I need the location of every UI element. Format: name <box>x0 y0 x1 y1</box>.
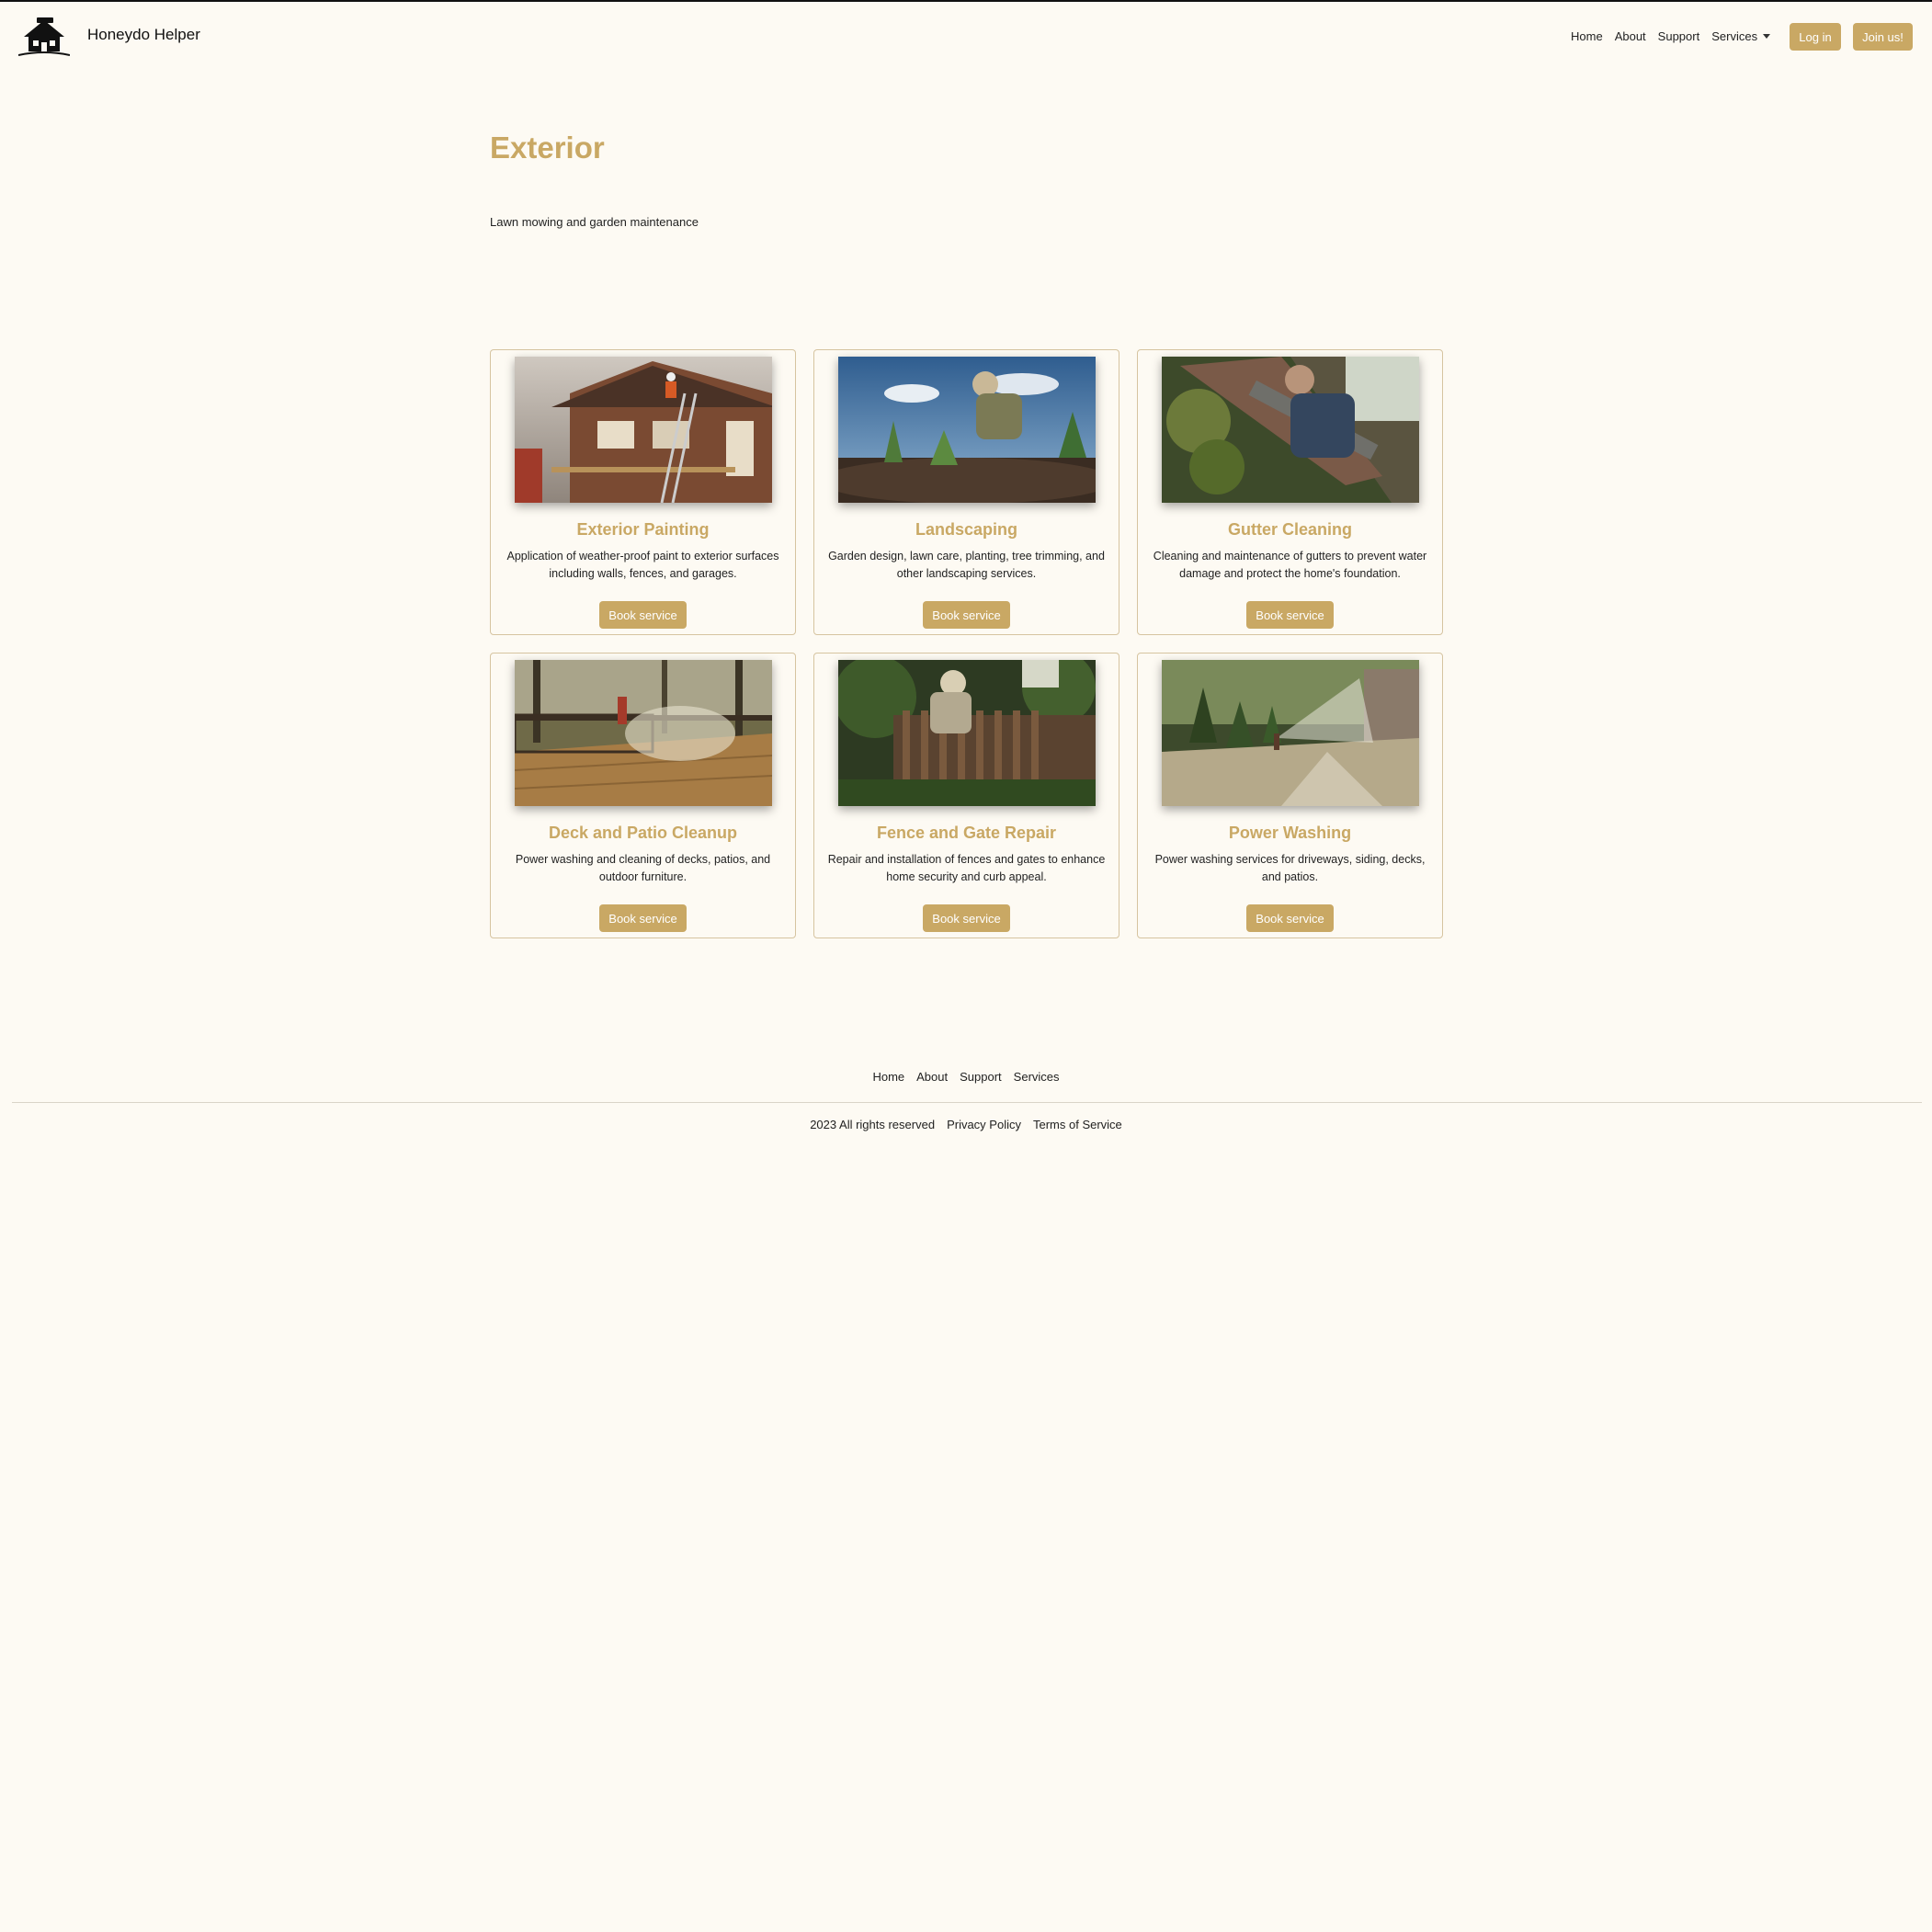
copyright-text: 2023 All rights reserved <box>810 1118 936 1131</box>
book-service-button[interactable]: Book service <box>1246 601 1334 629</box>
join-button[interactable]: Join us! <box>1853 23 1913 51</box>
footer-nav: Home About Support Services <box>0 1070 1932 1084</box>
book-service-button[interactable]: Book service <box>923 904 1010 932</box>
card-description: Application of weather-proof paint to ex… <box>506 550 779 580</box>
book-service-button[interactable]: Book service <box>599 601 687 629</box>
card-description: Power washing and cleaning of decks, pat… <box>515 853 771 883</box>
card-description: Garden design, lawn care, planting, tree… <box>828 550 1105 580</box>
card-description: Cleaning and maintenance of gutters to p… <box>1153 550 1427 580</box>
service-card-gutter-cleaning: Gutter Cleaning Cleaning and maintenance… <box>1137 349 1443 635</box>
footer-link-support[interactable]: Support <box>960 1070 1002 1084</box>
service-card-landscaping: Landscaping Garden design, lawn care, pl… <box>813 349 1119 635</box>
service-card-fence-gate: Fence and Gate Repair Repair and install… <box>813 653 1119 938</box>
deck-patio-image <box>515 660 772 806</box>
service-card-deck-patio: Deck and Patio Cleanup Power washing and… <box>490 653 796 938</box>
card-title: Gutter Cleaning <box>1227 520 1352 539</box>
footer-link-services[interactable]: Services <box>1014 1070 1060 1084</box>
book-service-button[interactable]: Book service <box>1246 904 1334 932</box>
page-title: Exterior <box>490 131 605 165</box>
card-title: Deck and Patio Cleanup <box>548 824 738 842</box>
nav-about[interactable]: About <box>1615 29 1646 43</box>
card-description: Power washing services for driveways, si… <box>1154 853 1426 883</box>
nav-support[interactable]: Support <box>1658 29 1700 43</box>
nav-links: Home About Support Services <box>1571 29 1771 43</box>
gutter-cleaning-image <box>1162 357 1419 503</box>
nav-services-label: Services <box>1711 29 1758 43</box>
book-service-button[interactable]: Book service <box>599 904 687 932</box>
footer-legal: 2023 All rights reserved Privacy Policy … <box>0 1118 1932 1131</box>
footer-link-about[interactable]: About <box>916 1070 948 1084</box>
book-service-button[interactable]: Book service <box>923 601 1010 629</box>
chevron-down-icon <box>1763 34 1771 39</box>
brand-name[interactable]: Honeydo Helper <box>87 26 200 44</box>
nav-home[interactable]: Home <box>1571 29 1603 43</box>
house-with-hammer-icon[interactable] <box>17 17 71 57</box>
privacy-policy-link[interactable]: Privacy Policy <box>947 1118 1021 1131</box>
card-title: Power Washing <box>1228 824 1352 842</box>
nav-services-dropdown[interactable]: Services <box>1711 29 1771 43</box>
fence-gate-image <box>838 660 1096 806</box>
login-button[interactable]: Log in <box>1790 23 1841 51</box>
exterior-painting-image <box>515 357 772 503</box>
terms-of-service-link[interactable]: Terms of Service <box>1033 1118 1122 1131</box>
power-washing-image <box>1162 660 1419 806</box>
card-description: Repair and installation of fences and ga… <box>827 853 1106 883</box>
card-title: Landscaping <box>915 520 1017 539</box>
card-title: Fence and Gate Repair <box>876 824 1057 842</box>
footer-divider <box>12 1102 1922 1103</box>
footer-link-home[interactable]: Home <box>872 1070 904 1084</box>
landscaping-image <box>838 357 1096 503</box>
navbar: Honeydo Helper Home About Support Servic… <box>0 2 1932 68</box>
service-card-power-washing: Power Washing Power washing services for… <box>1137 653 1443 938</box>
page-subtitle: Lawn mowing and garden maintenance <box>490 215 699 229</box>
service-card-exterior-painting: Exterior Painting Application of weather… <box>490 349 796 635</box>
card-title: Exterior Painting <box>576 520 710 539</box>
